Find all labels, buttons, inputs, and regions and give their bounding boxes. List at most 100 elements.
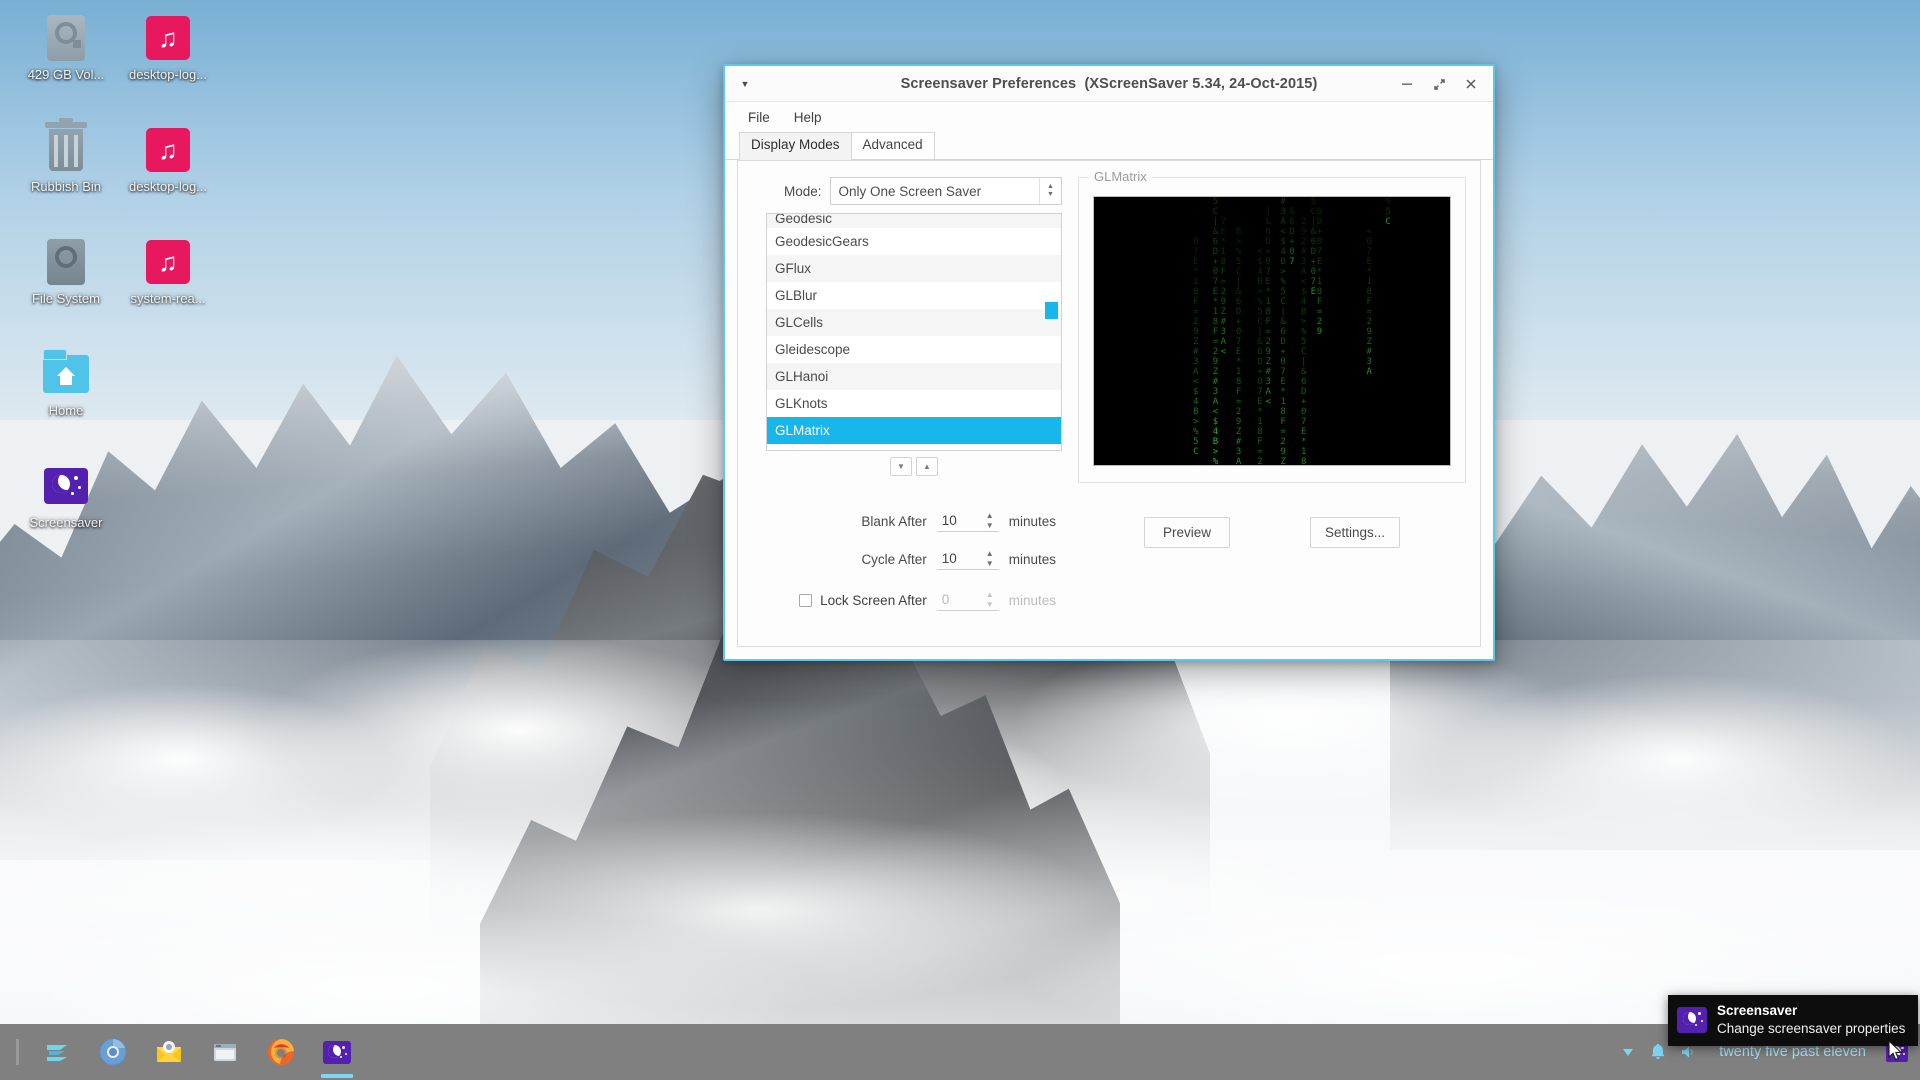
matrix-glyph: B: [1280, 257, 1285, 267]
matrix-glyph: 3: [1236, 447, 1241, 457]
screensaver-list[interactable]: Geodesic GeodesicGears GFlux GLBlur GLCe…: [766, 213, 1062, 451]
matrix-glyph: =: [1213, 337, 1218, 347]
desktop-icon-rubbish-bin[interactable]: Rubbish Bin: [14, 126, 118, 195]
matrix-glyph: 9: [1280, 447, 1285, 457]
mode-spinner[interactable]: ▲ ▼: [1039, 178, 1061, 204]
desktop-icon-desktop-log-1[interactable]: ♫ desktop-log...: [116, 14, 220, 83]
matrix-glyph: D: [1289, 227, 1294, 237]
taskbar-firefox-button[interactable]: [253, 1024, 309, 1080]
taskbar[interactable]: twenty five past eleven Screensaver Chan…: [0, 1024, 1920, 1080]
matrix-column: |&6D+07E*18F=29Z#3A<: [1264, 207, 1272, 407]
close-button[interactable]: [1455, 68, 1487, 100]
tab-display-modes[interactable]: Display Modes: [739, 132, 852, 160]
clock[interactable]: twenty five past eleven: [1705, 1044, 1880, 1060]
screensaver-preferences-window[interactable]: ▼ Screensaver Preferences (XScreenSaver …: [723, 64, 1495, 661]
matrix-glyph: E: [1301, 427, 1306, 437]
matrix-glyph: +: [1213, 257, 1218, 267]
matrix-column: 7E*18F=29Z#3A<: [1219, 217, 1227, 357]
matrix-glyph: 8: [1317, 287, 1322, 297]
maximize-button[interactable]: [1423, 68, 1455, 100]
left-pane: Mode: Only One Screen Saver ▲ ▼ Geodesic…: [752, 177, 1062, 636]
blank-after-input[interactable]: [937, 511, 981, 532]
lock-after-spinner[interactable]: ▲ ▼: [937, 590, 999, 611]
desktop-icon-volume[interactable]: 429 GB Vol...: [14, 14, 118, 83]
spin-down-icon: ▼: [986, 522, 994, 529]
matrix-glyph: 1: [1265, 297, 1270, 307]
list-item[interactable]: Gleidescope: [767, 336, 1061, 363]
list-item-selected[interactable]: GLMatrix: [767, 417, 1061, 444]
blank-after-label: Blank After: [861, 514, 926, 529]
minimize-button[interactable]: [1391, 68, 1423, 100]
matrix-glyph: |: [1257, 327, 1262, 337]
desktop-icon-system-rea[interactable]: ♫ system-rea...: [116, 238, 220, 307]
mist-overlay: [0, 700, 1920, 1080]
screensaver-preview[interactable]: 07E*18F=29Z#3A<$4B>%5C5C|&6D+07E*18F=29Z…: [1093, 196, 1451, 466]
list-item[interactable]: GLBlur: [767, 282, 1061, 309]
matrix-column: 5C|&6D+07E*18F=29Z#3A<$4B>%5C|: [1211, 197, 1219, 466]
tab-advanced[interactable]: Advanced: [851, 132, 935, 160]
matrix-glyph: A: [1213, 397, 1218, 407]
mode-select[interactable]: Only One Screen Saver ▲ ▼: [830, 177, 1062, 205]
cycle-after-input[interactable]: [937, 549, 981, 570]
matrix-glyph: F: [1265, 317, 1270, 327]
matrix-glyph: C: [1213, 207, 1218, 217]
matrix-glyph: 9: [1367, 327, 1372, 337]
list-item[interactable]: Geodesic: [767, 214, 1061, 228]
desktop-icon-screensaver[interactable]: Screensaver: [14, 462, 118, 531]
blank-after-spin-buttons[interactable]: ▲ ▼: [981, 512, 999, 532]
matrix-glyph: 7: [1265, 267, 1270, 277]
lock-screen-checkbox[interactable]: [799, 594, 812, 607]
right-pane: GLMatrix 07E*18F=29Z#3A<$4B>%5C5C|&6D+07…: [1062, 177, 1466, 636]
lock-after-spin-buttons[interactable]: ▲ ▼: [981, 591, 999, 611]
list-scrollbar-thumb[interactable]: [1045, 302, 1058, 319]
list-item[interactable]: GFlux: [767, 255, 1061, 282]
desktop-icon-desktop-log-2[interactable]: ♫ desktop-log...: [116, 126, 220, 195]
matrix-glyph: 7: [1236, 337, 1241, 347]
matrix-glyph: <: [1301, 277, 1306, 287]
preview-button[interactable]: Preview: [1144, 517, 1230, 548]
matrix-glyph: 2: [1193, 317, 1198, 327]
matrix-glyph: #: [1236, 437, 1241, 447]
taskbar-chromium-button[interactable]: [85, 1024, 141, 1080]
matrix-glyph: *: [1280, 387, 1285, 397]
cycle-after-spin-buttons[interactable]: ▲ ▼: [981, 550, 999, 570]
list-item[interactable]: GLKnots: [767, 390, 1061, 417]
desktop-icon-file-system[interactable]: File System: [14, 238, 118, 307]
list-item[interactable]: GeodesicGears: [767, 228, 1061, 255]
list-move-down-button[interactable]: ▼: [890, 457, 912, 476]
taskbar-zorin-menu-button[interactable]: [29, 1024, 85, 1080]
matrix-glyph: *: [1257, 407, 1262, 417]
list-move-up-button[interactable]: ▲: [916, 457, 938, 476]
taskbar-file-manager-button[interactable]: [197, 1024, 253, 1080]
matrix-glyph: 3: [1367, 357, 1372, 367]
show-hidden-icon[interactable]: [1615, 1039, 1641, 1065]
matrix-glyph: 1: [1280, 397, 1285, 407]
matrix-glyph: %: [1280, 277, 1285, 287]
matrix-glyph: E: [1257, 397, 1262, 407]
taskbar-mail-button[interactable]: [141, 1024, 197, 1080]
settings-button[interactable]: Settings...: [1310, 517, 1400, 548]
matrix-glyph: *: [1193, 267, 1198, 277]
matrix-glyph: =: [1236, 397, 1241, 407]
matrix-glyph: &: [1213, 227, 1218, 237]
desktop[interactable]: 429 GB Vol... ♫ desktop-log... Rubbish B…: [0, 0, 1920, 1080]
taskbar-screensaver-button[interactable]: [309, 1024, 365, 1080]
blank-after-spinner[interactable]: ▲ ▼: [937, 511, 999, 532]
list-item[interactable]: GLHanoi: [767, 363, 1061, 390]
matrix-glyph: 5: [1301, 337, 1306, 347]
taskbar-drag-handle[interactable]: [16, 1039, 19, 1065]
matrix-glyph: E: [1367, 257, 1372, 267]
matrix-glyph: 0: [1193, 237, 1198, 247]
list-item[interactable]: GLCells: [767, 309, 1061, 336]
menu-help[interactable]: Help: [785, 107, 831, 128]
window-menu-icon[interactable]: ▼: [735, 74, 755, 94]
matrix-glyph: *: [1367, 267, 1372, 277]
blank-after-row: Blank After ▲ ▼ minutes: [766, 502, 1056, 540]
cycle-after-spinner[interactable]: ▲ ▼: [937, 549, 999, 570]
window-titlebar[interactable]: ▼ Screensaver Preferences (XScreenSaver …: [725, 66, 1493, 102]
matrix-glyph: A: [1301, 267, 1306, 277]
matrix-glyph: 4: [1213, 427, 1218, 437]
desktop-icon-home[interactable]: Home: [14, 350, 118, 419]
menu-file[interactable]: File: [739, 107, 779, 128]
lock-after-input[interactable]: [937, 590, 981, 611]
